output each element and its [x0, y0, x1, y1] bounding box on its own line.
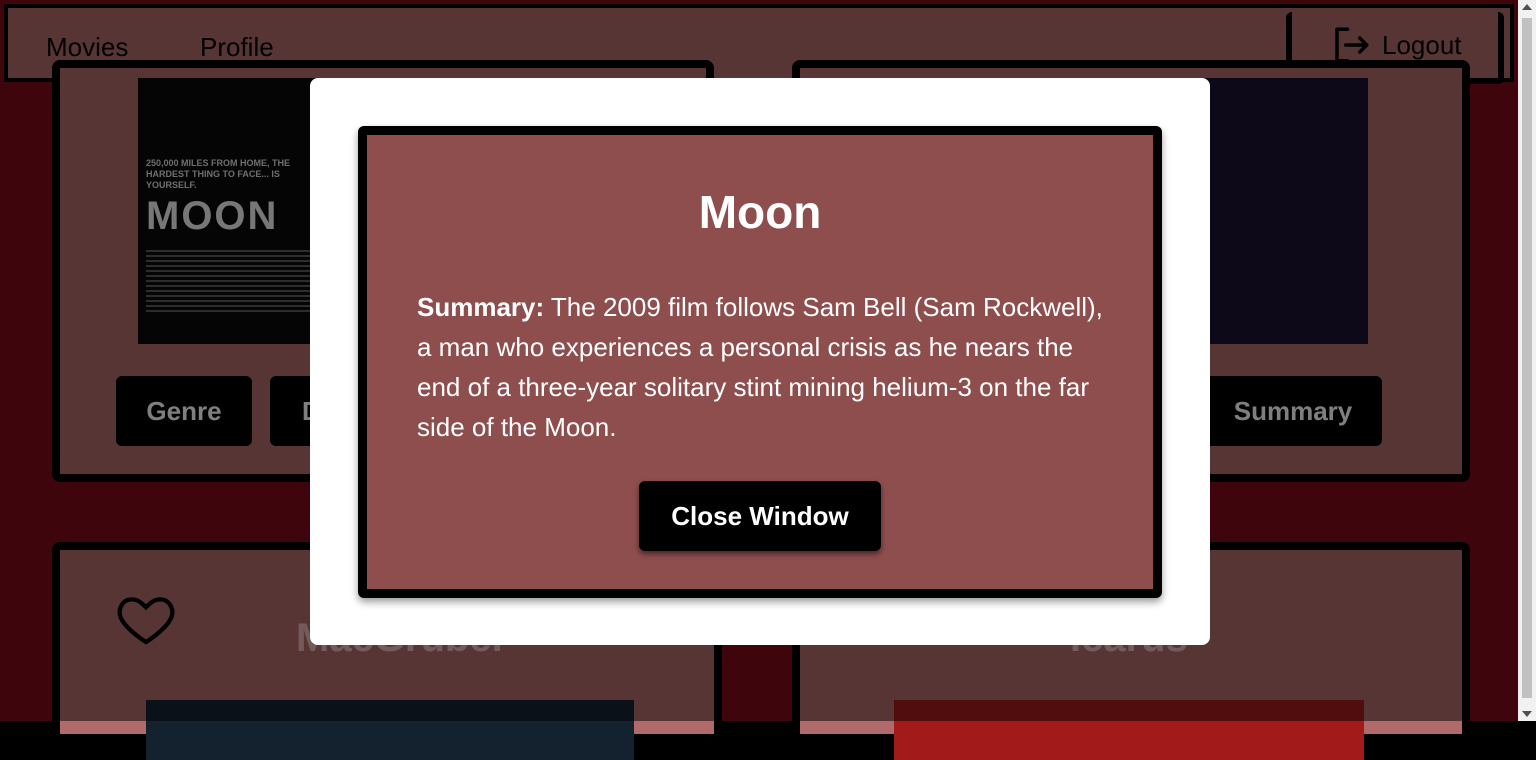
close-window-button[interactable]: Close Window: [639, 481, 881, 551]
modal-title: Moon: [698, 186, 822, 238]
page-scrollbar[interactable]: [1518, 0, 1536, 721]
scroll-up-arrow-icon[interactable]: [1522, 4, 1532, 10]
summary-modal: Moon Summary: The 2009 film follows Sam …: [310, 78, 1210, 645]
modal-content: Moon Summary: The 2009 film follows Sam …: [358, 126, 1162, 598]
summary-label: Summary:: [417, 292, 545, 322]
scroll-down-arrow-icon[interactable]: [1522, 711, 1532, 717]
modal-summary: Summary: The 2009 film follows Sam Bell …: [417, 287, 1107, 447]
scroll-thumb[interactable]: [1522, 18, 1532, 698]
